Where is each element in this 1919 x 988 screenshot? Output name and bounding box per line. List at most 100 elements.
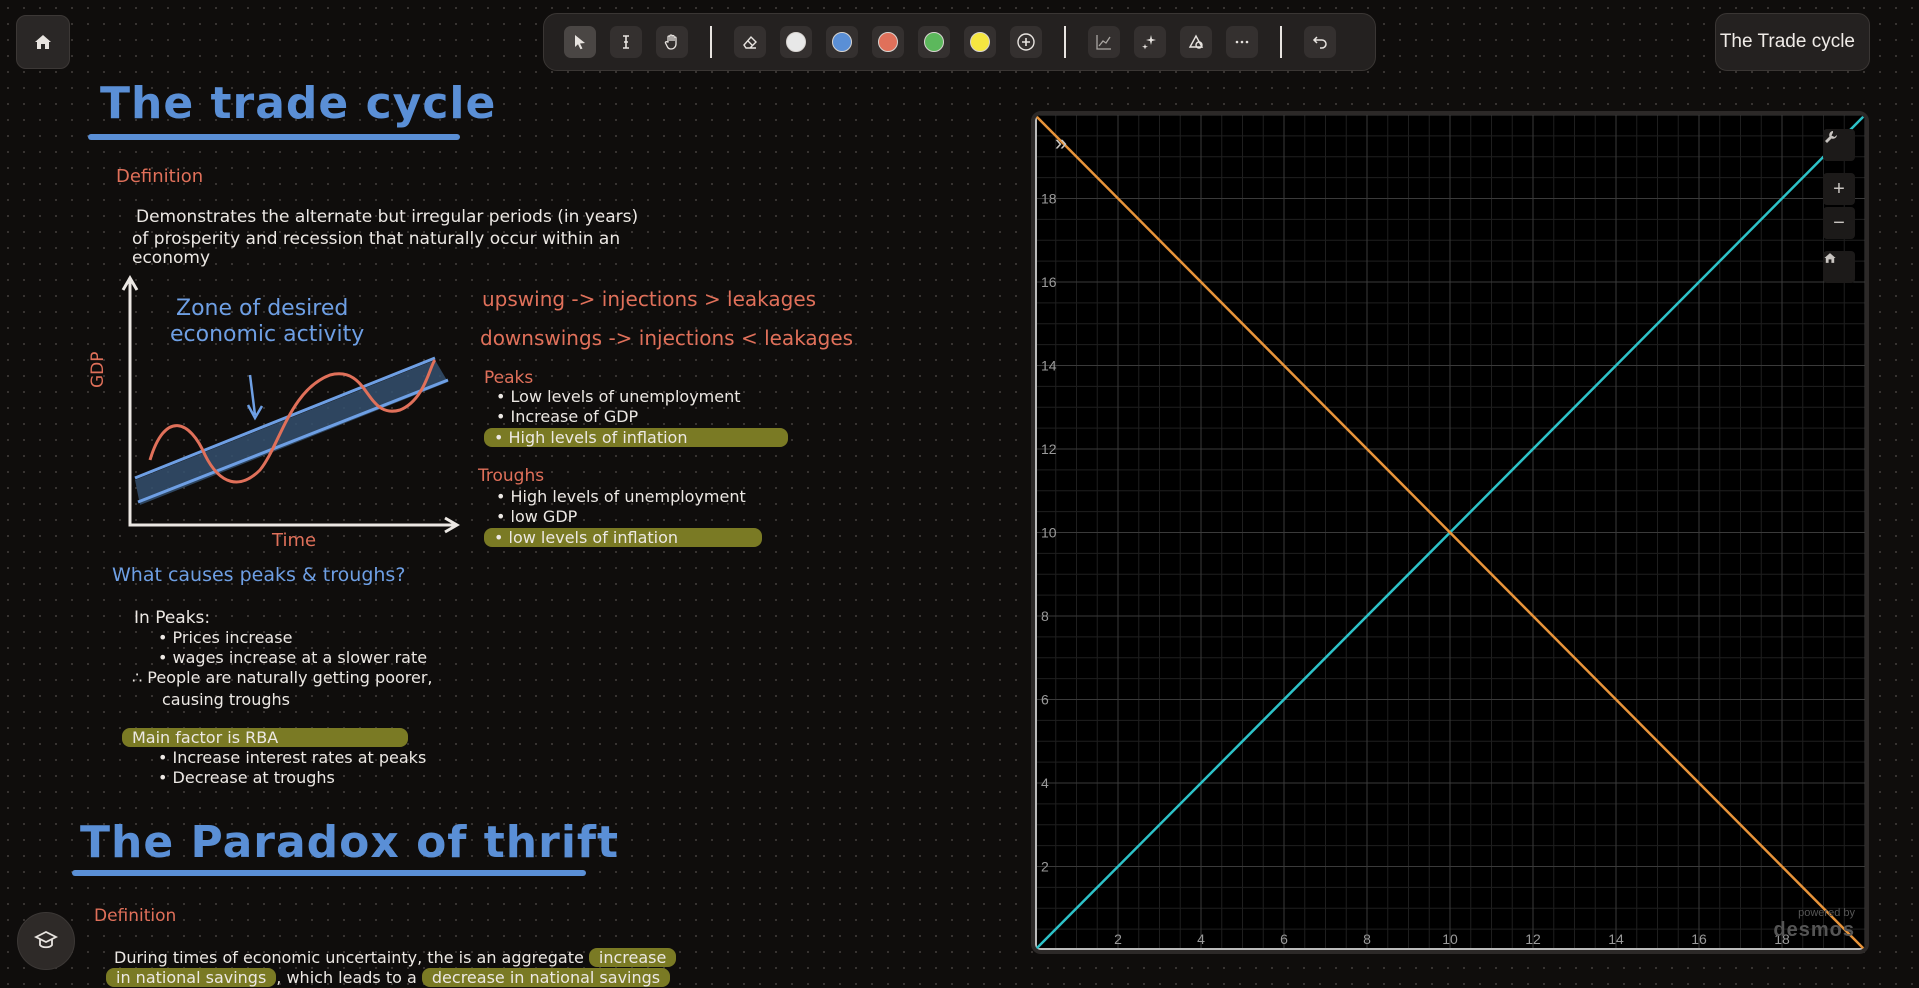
- definition2-text-2c: decrease in national savings: [421, 968, 671, 987]
- toolbar-divider: [710, 26, 712, 58]
- undo-icon: [1312, 36, 1327, 49]
- swatch-dot: [924, 32, 944, 52]
- graph-expand-button[interactable]: »: [1045, 127, 1077, 159]
- eraser-icon: [743, 35, 757, 49]
- x-tick-label: 14: [1608, 931, 1624, 947]
- definition2-text-1b: increase: [588, 948, 677, 967]
- text-cursor-icon: [623, 35, 629, 49]
- color-swatch-blue[interactable]: [826, 26, 858, 58]
- peaks-item-1: • Low levels of unemployment: [496, 387, 741, 406]
- peaks-cause-1: • Prices increase: [158, 628, 293, 647]
- graduation-cap-icon: [33, 930, 59, 949]
- color-swatch-green[interactable]: [918, 26, 950, 58]
- troughs-label: Troughs: [478, 466, 545, 486]
- therefore-line-1: ∴ People are naturally getting poorer,: [132, 668, 433, 687]
- heading-underline: [88, 134, 460, 140]
- graph-tool-button[interactable]: [1088, 26, 1120, 58]
- y-tick-label: 18: [1041, 191, 1057, 207]
- definition-text-3: economy: [132, 248, 211, 268]
- y-tick-label: 12: [1041, 441, 1057, 457]
- heading-trade-cycle: The trade cycle: [100, 78, 497, 129]
- study-mode-button[interactable]: [17, 912, 75, 970]
- graph-zoom-out-button[interactable]: −: [1823, 207, 1855, 239]
- y-tick-label: 14: [1041, 358, 1057, 374]
- upswing-text: upswing -> injections > leakages: [482, 287, 817, 311]
- undo-button[interactable]: [1304, 26, 1336, 58]
- y-tick-label: 6: [1041, 692, 1049, 708]
- shapes-tool-button[interactable]: [1180, 26, 1212, 58]
- x-tick-label: 2: [1114, 931, 1122, 947]
- home-icon: [35, 35, 51, 49]
- toolbar-divider: [1280, 26, 1282, 58]
- watermark-line-2: desmos: [1773, 919, 1855, 941]
- x-tick-label: 12: [1525, 931, 1541, 947]
- graph-panel[interactable]: 2 4 6 8 10 12 14 16 18 2 4 6 8 10 12 14 16 18 » + − power…: [1031, 111, 1869, 954]
- rba-item-1: • Increase interest rates at peaks: [158, 748, 427, 767]
- therefore-line-2: causing troughs: [162, 690, 290, 709]
- x-tick-label: 6: [1280, 931, 1288, 947]
- definition2-text-1a: During times of economic uncertainty, th…: [114, 948, 584, 967]
- sketch-zone-label-1: Zone of desired: [176, 296, 349, 321]
- y-tick-label: 4: [1041, 775, 1049, 791]
- rba-item-2: • Decrease at troughs: [158, 768, 335, 787]
- pan-tool-button[interactable]: [656, 26, 688, 58]
- graph-home-button[interactable]: [1823, 251, 1855, 283]
- add-color-button[interactable]: [1010, 26, 1042, 58]
- peaks-label: Peaks: [484, 368, 534, 388]
- y-tick-label: 16: [1041, 274, 1057, 290]
- toolbar-divider: [1064, 26, 1066, 58]
- sketch-zone-lower: [137, 378, 449, 504]
- sketch-y-label: GDP: [88, 351, 108, 388]
- color-swatch-red[interactable]: [872, 26, 904, 58]
- double-chevron-right-icon: »: [1054, 130, 1068, 155]
- causes-question: What causes peaks & troughs?: [112, 564, 406, 586]
- color-swatch-yellow[interactable]: [964, 26, 996, 58]
- y-tick-label: 8: [1041, 608, 1049, 624]
- more-icon: [1235, 40, 1249, 44]
- y-tick-label: 10: [1041, 525, 1057, 541]
- document-title[interactable]: The Trade cycle: [1715, 13, 1870, 71]
- toolbar: [543, 13, 1376, 71]
- swatch-dot: [970, 32, 990, 52]
- swatch-dot: [832, 32, 852, 52]
- troughs-item-1: • High levels of unemployment: [496, 487, 746, 506]
- sketch-x-label: Time: [272, 530, 317, 551]
- in-peaks-label: In Peaks:: [134, 608, 211, 628]
- sparkle-icon: [1142, 35, 1156, 50]
- definition-label: Definition: [116, 166, 204, 187]
- sketch-pointer-arrow: [246, 374, 264, 421]
- troughs-item-3: • low levels of inflation: [484, 528, 762, 547]
- hand-icon: [664, 34, 677, 50]
- x-tick-label: 4: [1197, 931, 1205, 947]
- definition2-line-2: in national savings, which leads to a de…: [106, 968, 671, 987]
- downswing-text: downswings -> injections < leakages: [480, 326, 854, 350]
- heading-paradox-of-thrift: The Paradox of thrift: [80, 817, 620, 868]
- graph-icon: [1096, 35, 1111, 50]
- x-tick-label: 8: [1363, 931, 1371, 947]
- heading-underline: [72, 870, 586, 876]
- swatch-dot: [786, 32, 806, 52]
- graph-settings-button[interactable]: [1823, 129, 1855, 161]
- x-tick-label: 16: [1691, 931, 1707, 947]
- graph-canvas[interactable]: 2 4 6 8 10 12 14 16 1824681012141618: [1035, 115, 1865, 950]
- sketch-zone-label-2: economic activity: [170, 322, 365, 347]
- definition2-label: Definition: [94, 906, 177, 926]
- desmos-watermark: powered by desmos: [1773, 907, 1855, 942]
- home-button[interactable]: [16, 15, 70, 69]
- color-swatch-white[interactable]: [780, 26, 812, 58]
- sketch-zone-upper: [134, 356, 436, 480]
- swatch-dot: [878, 32, 898, 52]
- plus-circle-icon: [1017, 33, 1035, 51]
- plus-icon: +: [1833, 177, 1845, 200]
- eraser-tool-button[interactable]: [734, 26, 766, 58]
- more-button[interactable]: [1226, 26, 1258, 58]
- select-tool-button[interactable]: [564, 26, 596, 58]
- watermark-line-1: powered by: [1798, 907, 1855, 919]
- magic-tool-button[interactable]: [1134, 26, 1166, 58]
- peaks-item-2: • Increase of GDP: [496, 407, 639, 426]
- x-tick-label: 10: [1442, 931, 1458, 947]
- text-tool-button[interactable]: [610, 26, 642, 58]
- troughs-item-2: • low GDP: [496, 507, 578, 526]
- graph-zoom-in-button[interactable]: +: [1823, 173, 1855, 205]
- peaks-cause-2: • wages increase at a slower rate: [158, 648, 428, 667]
